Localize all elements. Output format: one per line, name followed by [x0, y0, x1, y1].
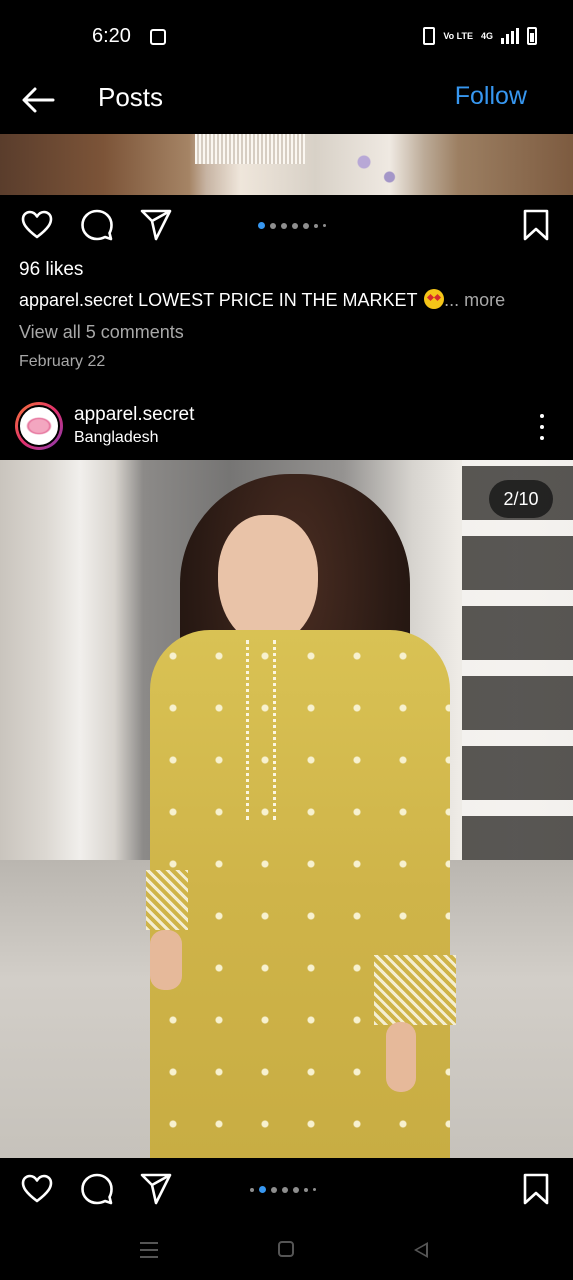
image-counter-badge: 2/10 — [489, 480, 553, 518]
comment-bubble-icon[interactable] — [80, 1172, 114, 1206]
carousel-indicator — [250, 1186, 316, 1193]
image-detail-fringe — [195, 134, 305, 164]
avatar[interactable] — [15, 402, 63, 450]
post-caption: apparel.secret LOWEST PRICE IN THE MARKE… — [19, 289, 505, 311]
paper-plane-icon[interactable] — [139, 208, 173, 242]
view-comments-link[interactable]: View all 5 comments — [19, 322, 184, 343]
bookmark-icon[interactable] — [519, 208, 553, 242]
arrow-left-icon[interactable] — [20, 82, 56, 118]
bookmark-icon[interactable] — [519, 1172, 553, 1206]
comment-bubble-icon[interactable] — [80, 208, 114, 242]
photo-hand-left — [150, 930, 182, 990]
carousel-dot — [314, 223, 318, 228]
carousel-dot — [313, 1188, 316, 1191]
post-action-bar — [0, 196, 573, 256]
page-title: Posts — [98, 82, 164, 112]
gallery-notification-icon — [150, 29, 166, 45]
star-struck-emoji-icon — [424, 289, 445, 309]
caption-more-link[interactable]: ... more — [444, 290, 505, 310]
photo-door — [462, 460, 573, 860]
battery-icon — [527, 27, 537, 45]
carousel-dot — [304, 1187, 308, 1192]
heart-icon[interactable] — [20, 208, 54, 242]
carousel-dot — [270, 222, 276, 229]
vibrate-icon — [423, 27, 436, 45]
top-nav-header: Posts Follow — [0, 72, 573, 134]
paper-plane-icon[interactable] — [139, 1172, 173, 1206]
more-vertical-icon[interactable] — [535, 414, 549, 440]
carousel-dot — [259, 1186, 266, 1193]
brand-logo-icon — [26, 417, 52, 435]
photo-kurta-placket — [246, 640, 276, 820]
post-action-bar — [0, 1160, 573, 1220]
carousel-dot — [323, 224, 326, 227]
carousel-dot — [281, 222, 287, 229]
carousel-dot — [292, 222, 298, 229]
caption-username[interactable]: apparel.secret — [19, 290, 133, 310]
nav-back-icon[interactable] — [414, 1242, 428, 1258]
status-indicators: Vo LTE 4G — [423, 27, 537, 45]
carousel-dot — [303, 222, 309, 229]
follow-button[interactable]: Follow — [455, 82, 527, 111]
image-detail-embroidery — [330, 142, 415, 192]
post-image-previous[interactable] — [0, 134, 573, 195]
photo-hand-right — [386, 1022, 416, 1092]
post-date: February 22 — [19, 353, 106, 370]
post-image[interactable]: 2/10 — [0, 460, 573, 1158]
post-header: apparel.secret Bangladesh — [0, 396, 573, 460]
photo-sleeve-right — [374, 955, 456, 1025]
volte-indicator: Vo LTE — [443, 30, 473, 41]
post-username[interactable]: apparel.secret — [74, 404, 194, 426]
recent-apps-icon[interactable] — [140, 1242, 158, 1258]
carousel-dot — [250, 1187, 254, 1192]
status-bar: 6:20 Vo LTE 4G — [0, 0, 573, 72]
likes-count[interactable]: 96 likes — [19, 259, 83, 281]
photo-model-face — [218, 515, 318, 645]
status-time: 6:20 — [92, 25, 131, 47]
heart-icon[interactable] — [20, 1172, 54, 1206]
carousel-dot — [282, 1186, 288, 1193]
caption-text: LOWEST PRICE IN THE MARKET — [133, 290, 423, 310]
carousel-dot — [258, 222, 265, 229]
post-location[interactable]: Bangladesh — [74, 429, 159, 447]
photo-sleeve-left — [146, 870, 188, 930]
carousel-dot — [293, 1186, 299, 1193]
network-type: 4G — [480, 30, 493, 41]
system-nav-bar — [0, 1220, 573, 1280]
carousel-indicator — [258, 222, 326, 229]
avatar-image — [18, 405, 60, 447]
carousel-dot — [271, 1186, 277, 1193]
home-icon[interactable] — [278, 1241, 294, 1257]
signal-icon — [501, 28, 519, 44]
